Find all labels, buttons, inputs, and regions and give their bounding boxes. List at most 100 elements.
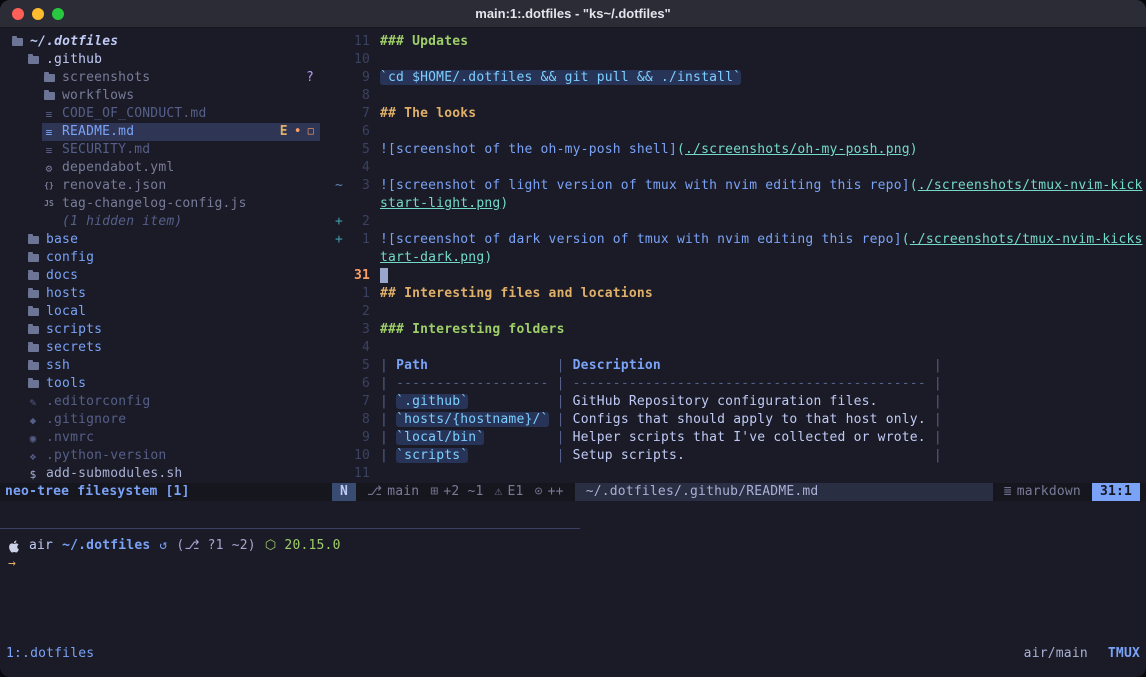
tree-item-base[interactable]: base bbox=[0, 231, 332, 249]
tree-item-1hiddenitem[interactable]: (1 hidden item) bbox=[0, 213, 332, 231]
git-icon: ◆ bbox=[26, 415, 40, 426]
markdown-icon: ≡ bbox=[42, 145, 56, 156]
tree-item-label: .nvmrc bbox=[46, 429, 94, 447]
editor-line[interactable]: tart-dark.png) bbox=[332, 249, 1146, 267]
item-markers: E•□ bbox=[280, 123, 314, 141]
editor-line[interactable]: 5![screenshot of the oh-my-posh shell](.… bbox=[332, 141, 1146, 159]
filetype-icon: ≣ bbox=[1004, 483, 1012, 501]
tmux-window-name[interactable]: 1:.dotfiles bbox=[6, 645, 94, 663]
line-number: 4 bbox=[346, 339, 370, 357]
shell-prompt-line: air ~/.dotfiles ↺ (⎇ ?1 ~2) ⬡ 20.15.0 bbox=[8, 537, 1146, 555]
editor-line[interactable]: 4 bbox=[332, 339, 1146, 357]
editor-line[interactable]: +2 bbox=[332, 213, 1146, 231]
tmux-pane-divider[interactable] bbox=[0, 528, 580, 529]
tree-item-label: dependabot.yml bbox=[62, 159, 174, 177]
sign-column bbox=[332, 375, 346, 393]
prompt-input-line[interactable]: → bbox=[8, 555, 1146, 573]
editor-line[interactable]: 31 bbox=[332, 267, 1146, 285]
editor-line[interactable]: 7## The looks bbox=[332, 105, 1146, 123]
js-icon: JS bbox=[42, 200, 56, 208]
git-untracked-marker: ? bbox=[306, 69, 314, 87]
shell-pane[interactable]: air ~/.dotfiles ↺ (⎇ ?1 ~2) ⬡ 20.15.0 → bbox=[0, 537, 1146, 645]
line-number: 8 bbox=[346, 87, 370, 105]
sign-column bbox=[332, 465, 346, 483]
line-number: 2 bbox=[346, 213, 370, 231]
tree-item-label: workflows bbox=[62, 87, 134, 105]
editor-line[interactable]: 6 bbox=[332, 123, 1146, 141]
sign-column bbox=[332, 105, 346, 123]
filetype-label: markdown bbox=[1017, 483, 1081, 501]
tree-item-label: ssh bbox=[46, 357, 70, 375]
editor-line[interactable]: 6| ------------------- | ---------------… bbox=[332, 375, 1146, 393]
tree-item-dependabot.yml[interactable]: ⚙dependabot.yml bbox=[0, 159, 332, 177]
zoom-button[interactable] bbox=[52, 8, 64, 20]
line-number: 10 bbox=[346, 447, 370, 465]
tree-item-renovate.json[interactable]: {}renovate.json bbox=[0, 177, 332, 195]
line-text: ![screenshot of light version of tmux wi… bbox=[380, 177, 1143, 195]
line-number: 31 bbox=[346, 267, 370, 285]
python-icon: ❖ bbox=[26, 451, 40, 462]
tree-item-docs[interactable]: docs bbox=[0, 267, 332, 285]
tree-item-SECURITY.md[interactable]: ≡SECURITY.md bbox=[0, 141, 332, 159]
tree-item-CODE_OF_CONDUCT.md[interactable]: ≡CODE_OF_CONDUCT.md bbox=[0, 105, 332, 123]
tree-item-workflows[interactable]: workflows bbox=[0, 87, 332, 105]
editor-line[interactable]: 10| `scripts` | Setup scripts. | bbox=[332, 447, 1146, 465]
terminal-content: ~/.dotfiles.githubscreenshots?workflows≡… bbox=[0, 28, 1146, 677]
editor-line[interactable]: 1## Interesting files and locations bbox=[332, 285, 1146, 303]
editor-buffer[interactable]: 11### Updates 10 9`cd $HOME/.dotfiles &&… bbox=[332, 33, 1146, 483]
editor-line[interactable]: 8 bbox=[332, 87, 1146, 105]
tree-item-hosts[interactable]: hosts bbox=[0, 285, 332, 303]
tree-item-.python-version[interactable]: ❖.python-version bbox=[0, 447, 332, 465]
editor-line[interactable]: 2 bbox=[332, 303, 1146, 321]
tree-item-.gitignore[interactable]: ◆.gitignore bbox=[0, 411, 332, 429]
editor-line[interactable]: 9`cd $HOME/.dotfiles && git pull && ./in… bbox=[332, 69, 1146, 87]
tree-item-ssh[interactable]: ssh bbox=[0, 357, 332, 375]
tree-item-label: CODE_OF_CONDUCT.md bbox=[62, 105, 206, 123]
editor-line[interactable]: 9| `local/bin` | Helper scripts that I'v… bbox=[332, 429, 1146, 447]
cursor-position: 31:1 bbox=[1092, 483, 1140, 501]
tree-item-local[interactable]: local bbox=[0, 303, 332, 321]
tree-item-add-submodules.sh[interactable]: $add-submodules.sh bbox=[0, 465, 332, 483]
tree-item-secrets[interactable]: secrets bbox=[0, 339, 332, 357]
editor-line[interactable]: 8 | `hosts/{hostname}/` | Configs that sh… bbox=[332, 411, 1146, 429]
apple-icon bbox=[8, 540, 20, 553]
editor-line[interactable]: 3### Interesting folders bbox=[332, 321, 1146, 339]
editor-line[interactable]: ~3![screenshot of light version of tmux … bbox=[332, 177, 1146, 195]
tree-item-tools[interactable]: tools bbox=[0, 375, 332, 393]
line-text: ### Interesting folders bbox=[380, 321, 565, 339]
tmux-bar-right: air/main TMUX bbox=[1024, 645, 1140, 663]
editor-line[interactable]: 11 bbox=[332, 465, 1146, 483]
editor-line[interactable]: 4 bbox=[332, 159, 1146, 177]
tree-item-config[interactable]: config bbox=[0, 249, 332, 267]
editor-line[interactable]: +1![screenshot of dark version of tmux w… bbox=[332, 231, 1146, 249]
editor-line[interactable]: start-light.png) bbox=[332, 195, 1146, 213]
sign-column bbox=[332, 195, 346, 213]
tree-item-scripts[interactable]: scripts bbox=[0, 321, 332, 339]
line-text: | Path | Description | bbox=[380, 357, 942, 375]
editor-line[interactable]: 10 bbox=[332, 51, 1146, 69]
editor-line[interactable]: 5| Path | Description | bbox=[332, 357, 1146, 375]
editor-line[interactable]: 7| `.github` | GitHub Repository configu… bbox=[332, 393, 1146, 411]
tree-item-~.dotfiles[interactable]: ~/.dotfiles bbox=[0, 33, 332, 51]
tree-item-screenshots[interactable]: screenshots? bbox=[0, 69, 332, 87]
line-number: 6 bbox=[346, 375, 370, 393]
folder-icon bbox=[26, 380, 40, 388]
neo-tree-statusline: neo-tree filesystem [1] bbox=[0, 483, 332, 501]
line-text: ## Interesting files and locations bbox=[380, 285, 653, 303]
diagnostics-count: E1 bbox=[508, 483, 524, 501]
line-number: 6 bbox=[346, 123, 370, 141]
line-number: 2 bbox=[346, 303, 370, 321]
close-button[interactable] bbox=[12, 8, 24, 20]
editor-line[interactable]: 11### Updates bbox=[332, 33, 1146, 51]
minimize-button[interactable] bbox=[32, 8, 44, 20]
neo-tree-sidebar[interactable]: ~/.dotfiles.githubscreenshots?workflows≡… bbox=[0, 33, 332, 483]
tree-item-README.md[interactable]: ≡README.mdE•□ bbox=[0, 123, 332, 141]
tree-item-.github[interactable]: .github bbox=[0, 51, 332, 69]
tmux-status-bar: 1:.dotfiles air/main TMUX bbox=[0, 645, 1146, 663]
line-number bbox=[346, 195, 370, 213]
tree-item-.nvmrc[interactable]: ◉.nvmrc bbox=[0, 429, 332, 447]
tree-item-.editorconfig[interactable]: ✎.editorconfig bbox=[0, 393, 332, 411]
tree-item-tag-changelog-config.js[interactable]: JStag-changelog-config.js bbox=[0, 195, 332, 213]
line-number: 8 bbox=[346, 411, 370, 429]
line-text: | `hosts/{hostname}/` | Configs that sho… bbox=[380, 411, 942, 429]
